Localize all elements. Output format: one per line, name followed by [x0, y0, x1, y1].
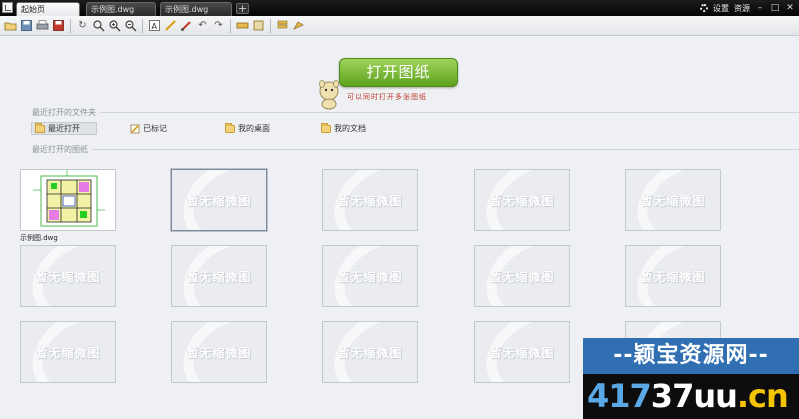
settings-link[interactable]: 设置 [713, 3, 729, 14]
pencil-icon [130, 124, 140, 133]
placeholder-text: 暂无缩微图 [35, 270, 101, 284]
drawing-thumbnail-placeholder[interactable]: 暂无缩微图 [625, 169, 721, 231]
placeholder-text: 暂无缩微图 [35, 346, 101, 360]
watermark-part: 417 [587, 377, 652, 415]
add-tab-button[interactable]: + [236, 3, 249, 14]
drawing-thumbnail-placeholder[interactable]: 暂无缩微图 [474, 169, 570, 231]
divider [100, 112, 799, 113]
recent-folders-title: 最近打开的文件夹 [32, 108, 96, 117]
drawing-thumbnail-placeholder[interactable]: 暂无缩微图 [322, 169, 418, 231]
drawing-thumbnail-placeholder[interactable]: 暂无缩微图 [171, 245, 267, 307]
thumbnail-caption: 示例图.dwg [20, 234, 58, 242]
app-icon[interactable] [2, 2, 13, 13]
folder-my-desktop[interactable]: 我的桌面 [222, 122, 273, 135]
folder-icon [321, 122, 331, 133]
toolbar-separator [270, 18, 271, 33]
tab-drawing-1[interactable]: 示例图.dwg [86, 2, 156, 16]
save-as-icon[interactable] [52, 19, 65, 32]
resource-link[interactable]: 资源 [734, 3, 750, 14]
drawing-thumbnail[interactable] [20, 169, 116, 231]
title-right-controls: 设置 资源 – □ ✕ [700, 1, 795, 15]
zoom-icon[interactable] [92, 19, 105, 32]
pencil-icon[interactable] [164, 19, 177, 32]
watermark-part: 37uu [650, 377, 738, 415]
toolbar-separator [70, 18, 71, 33]
recent-folders-header: 最近打开的文件夹 [32, 107, 799, 118]
open-button-slogan: 可以同时打开多张图纸 [347, 93, 427, 101]
drawing-thumbnail-placeholder[interactable]: 暂无缩微图 [625, 245, 721, 307]
folder-label: 我的文档 [334, 124, 366, 133]
drawing-thumbnail-placeholder[interactable]: 暂无缩微图 [171, 169, 267, 231]
minimize-icon[interactable]: – [755, 3, 765, 13]
watermark-banner: --颖宝资源网-- [583, 338, 799, 374]
folder-icon [225, 122, 235, 133]
brush-icon[interactable] [180, 19, 193, 32]
floor-plan-preview [33, 170, 105, 227]
watermark-url: 41737uu.cn [583, 374, 799, 419]
drawing-thumbnail-placeholder[interactable]: 暂无缩微图 [171, 321, 267, 383]
area-icon[interactable] [252, 19, 265, 32]
redo-icon[interactable]: ↷ [212, 19, 225, 32]
zoom-out-icon[interactable] [124, 19, 137, 32]
recent-drawings-header: 最近打开的图纸 [32, 144, 799, 155]
open-drawing-button[interactable]: 打开图纸 [339, 58, 458, 87]
folder-label: 已标记 [143, 124, 167, 133]
title-bar: 起始页 示例图.dwg 示例图.dwg + 设置 资源 – □ ✕ [0, 0, 799, 16]
maximize-icon[interactable]: □ [770, 3, 780, 13]
folder-label: 最近打开 [48, 124, 80, 133]
save-icon[interactable] [20, 19, 33, 32]
drawing-thumbnail-placeholder[interactable]: 暂无缩微图 [20, 321, 116, 383]
share-icon[interactable] [292, 19, 305, 32]
print-icon[interactable] [36, 19, 49, 32]
placeholder-text: 暂无缩微图 [186, 346, 252, 360]
tab-drawing-2[interactable]: 示例图.dwg [160, 2, 232, 16]
open-icon[interactable] [4, 19, 17, 32]
toolbar: ↻ A ↶ ↷ [0, 16, 799, 36]
folder-label: 我的桌面 [238, 124, 270, 133]
tab-start-page[interactable]: 起始页 [16, 2, 80, 16]
divider [92, 149, 799, 150]
placeholder-text: 暂无缩微图 [337, 270, 403, 284]
placeholder-text: 暂无缩微图 [337, 346, 403, 360]
drawing-thumbnail-placeholder[interactable]: 暂无缩微图 [322, 321, 418, 383]
rotate-icon[interactable]: ↻ [76, 19, 89, 32]
toolbar-separator [142, 18, 143, 33]
drawing-thumbnail-placeholder[interactable]: 暂无缩微图 [322, 245, 418, 307]
folder-marked[interactable]: 已标记 [127, 122, 170, 135]
placeholder-text: 暂无缩微图 [489, 270, 555, 284]
gear-icon[interactable] [700, 4, 708, 12]
drawing-thumbnail-placeholder[interactable]: 暂无缩微图 [20, 245, 116, 307]
folder-recent-open[interactable]: 最近打开 [31, 122, 97, 135]
mascot-icon [319, 80, 339, 110]
placeholder-text: 暂无缩微图 [640, 270, 706, 284]
folder-icon [35, 122, 45, 133]
svg-text:A: A [152, 22, 158, 31]
placeholder-text: 暂无缩微图 [337, 194, 403, 208]
zoom-in-icon[interactable] [108, 19, 121, 32]
placeholder-text: 暂无缩微图 [489, 346, 555, 360]
toolbar-separator [230, 18, 231, 33]
folder-my-documents[interactable]: 我的文档 [318, 122, 369, 135]
drawing-thumbnail-placeholder[interactable]: 暂无缩微图 [474, 321, 570, 383]
placeholder-text: 暂无缩微图 [186, 270, 252, 284]
placeholder-text: 暂无缩微图 [186, 194, 252, 208]
text-icon[interactable]: A [148, 19, 161, 32]
undo-icon[interactable]: ↶ [196, 19, 209, 32]
layers-icon[interactable] [276, 19, 289, 32]
close-icon[interactable]: ✕ [785, 3, 795, 13]
recent-drawings-title: 最近打开的图纸 [32, 145, 88, 154]
drawing-thumbnail-placeholder[interactable]: 暂无缩微图 [474, 245, 570, 307]
placeholder-text: 暂无缩微图 [489, 194, 555, 208]
placeholder-text: 暂无缩微图 [640, 194, 706, 208]
watermark-part: .cn [736, 377, 789, 415]
measure-icon[interactable] [236, 19, 249, 32]
